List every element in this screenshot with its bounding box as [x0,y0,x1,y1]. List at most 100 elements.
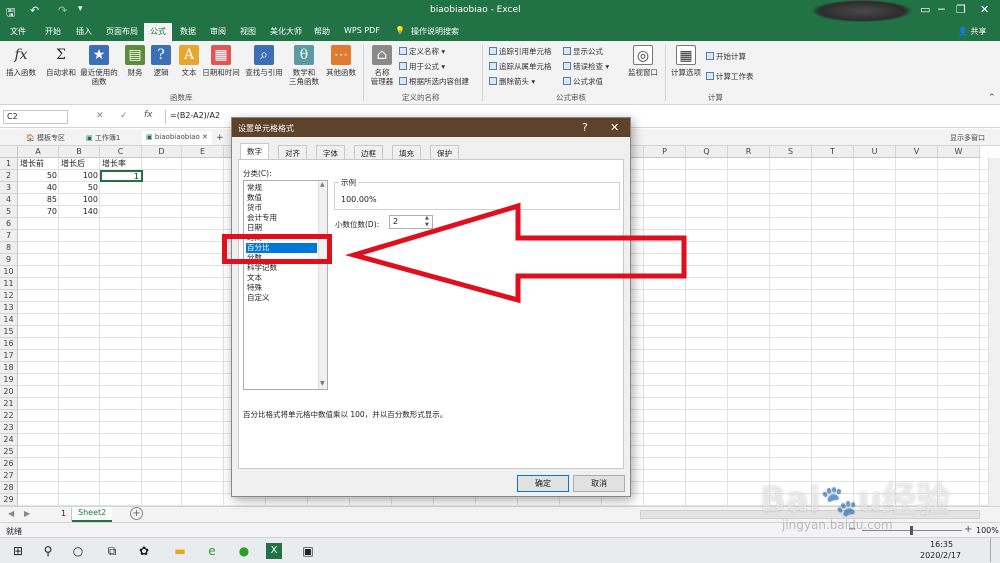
redo-icon[interactable]: ↷ [58,4,67,17]
cancel-button[interactable]: 取消 [573,475,625,492]
tell-me-search[interactable]: 操作说明搜索 [411,26,459,37]
row-header-28[interactable]: 28 [0,482,18,494]
define-name-button[interactable]: 定义名称 ▾ [399,46,445,57]
column-header-e[interactable]: E [182,146,224,158]
row-header-3[interactable]: 3 [0,182,18,194]
wechat-icon[interactable]: ● [236,543,252,559]
sheet-tab-sheet2[interactable]: Sheet2 [72,507,113,522]
autosum-button[interactable]: Σ 自动求和 [44,45,78,77]
row-header-26[interactable]: 26 [0,458,18,470]
row-header-11[interactable]: 11 [0,278,18,290]
lookup-button[interactable]: ⌕ 查找与引用 [244,45,284,77]
app-icon[interactable]: ✿ [136,543,152,559]
name-manager-button[interactable]: ⌂ 名称 管理器 [366,45,398,86]
row-header-6[interactable]: 6 [0,218,18,230]
trace-precedents-button[interactable]: 追踪引用单元格 [489,46,552,57]
column-header-s[interactable]: S [770,146,812,158]
task-view-icon[interactable]: ⧉ [104,543,120,559]
row-header-13[interactable]: 13 [0,302,18,314]
error-checking-button[interactable]: 错误检查 ▾ [563,61,609,72]
calculate-now-button[interactable]: 开始计算 [706,51,746,62]
category-item[interactable]: 数值 [246,193,317,203]
category-list[interactable]: 常规 数值 货币 会计专用 日期 时间 百分比 分数 科学记数 文本 特殊 自定… [243,180,328,390]
use-in-formula-button[interactable]: 用于公式 ▾ [399,61,445,72]
ok-button[interactable]: 确定 [517,475,569,492]
row-header-25[interactable]: 25 [0,446,18,458]
row-header-4[interactable]: 4 [0,194,18,206]
fx-button[interactable]: fx [144,110,153,120]
dialog-tab-border[interactable]: 边框 [354,145,383,159]
vertical-scrollbar[interactable] [988,158,1000,506]
cancel-entry-icon[interactable]: ✕ [96,111,104,121]
row-header-21[interactable]: 21 [0,398,18,410]
new-tab-icon[interactable]: + [212,131,228,145]
category-item[interactable]: 文本 [246,273,317,283]
zoom-in-icon[interactable]: + [964,524,972,535]
cortana-icon[interactable]: ○ [70,543,86,559]
category-item[interactable]: 自定义 [246,293,317,303]
remove-arrows-button[interactable]: 删除箭头 ▾ [489,76,535,87]
calc-options-button[interactable]: ▦ 计算选项 [668,45,704,77]
column-header-w[interactable]: W [938,146,980,158]
photos-icon[interactable]: ▣ [300,543,316,559]
text-button[interactable]: A 文本 [172,45,206,77]
watch-window-button[interactable]: ◎ 监视窗口 [624,45,662,77]
cell-a1[interactable]: 增长前 [18,158,59,170]
column-header-v[interactable]: V [896,146,938,158]
column-header-a[interactable]: A [18,146,59,158]
cell-c1[interactable]: 增长率 [100,158,142,170]
row-header-20[interactable]: 20 [0,386,18,398]
cell-b3[interactable]: 50 [59,182,100,194]
insert-function-button[interactable]: fx 插入函数 [4,45,38,77]
tab-insert[interactable]: 插入 [76,26,92,37]
biaobiaobiao-tab[interactable]: ▣ biaobiaobiao ✕ [142,131,212,145]
tab-file[interactable]: 文件 [10,26,26,37]
column-header-t[interactable]: T [812,146,854,158]
cell-b4[interactable]: 100 [59,194,100,206]
category-item[interactable]: 常规 [246,183,317,193]
row-header-7[interactable]: 7 [0,230,18,242]
dialog-close-button[interactable]: ✕ [610,121,619,134]
tab-help[interactable]: 帮助 [314,26,330,37]
tab-beautify[interactable]: 美化大师 [270,26,302,37]
cell-a5[interactable]: 70 [18,206,59,218]
search-icon[interactable]: ⚲ [40,543,56,559]
scroll-down-icon[interactable]: ▼ [320,380,325,387]
name-box[interactable]: C2 [3,110,68,124]
calculate-sheet-button[interactable]: 计算工作表 [706,71,754,82]
column-header-p[interactable]: P [644,146,686,158]
tab-wps-pdf[interactable]: WPS PDF [344,26,380,35]
ribbon-display-icon[interactable]: ▭ [920,3,930,16]
cell-b5[interactable]: 140 [59,206,100,218]
undo-icon[interactable]: ↶ [30,4,39,17]
column-header-d[interactable]: D [142,146,182,158]
row-header-22[interactable]: 22 [0,410,18,422]
scroll-sheets-right-icon[interactable]: ▶ [24,509,30,518]
evaluate-formula-button[interactable]: 公式求值 [563,76,603,87]
column-header-r[interactable]: R [728,146,770,158]
cell-a3[interactable]: 40 [18,182,59,194]
workbook1-tab[interactable]: ▣ 工作簿1 [82,131,124,145]
category-item[interactable]: 会计专用 [246,213,317,223]
tab-review[interactable]: 审阅 [210,26,226,37]
file-explorer-icon[interactable]: ▬ [172,543,188,559]
category-scrollbar[interactable]: ▲ ▼ [318,181,327,389]
cell-b1[interactable]: 增长后 [59,158,100,170]
window-close-icon[interactable]: ✕ [980,3,989,16]
tab-view[interactable]: 视图 [240,26,256,37]
dialog-tab-protection[interactable]: 保护 [430,145,459,159]
row-header-24[interactable]: 24 [0,434,18,446]
row-header-14[interactable]: 14 [0,314,18,326]
cell-b2[interactable]: 100 [59,170,100,182]
scroll-sheets-left-icon[interactable]: ◀ [8,509,14,518]
dialog-tab-alignment[interactable]: 对齐 [278,145,307,159]
template-tab[interactable]: 🏠 模板专区 [22,131,69,145]
zoom-slider-thumb[interactable] [910,526,913,535]
tab-page-layout[interactable]: 页面布局 [106,26,138,37]
category-item[interactable]: 货币 [246,203,317,213]
row-header-18[interactable]: 18 [0,362,18,374]
restore-icon[interactable]: ❐ [956,3,966,16]
recent-functions-button[interactable]: ★ 最近使用的 函数 [80,45,118,86]
collapse-ribbon-icon[interactable]: ⌃ [988,93,996,103]
zoom-level[interactable]: 100% [976,526,999,535]
